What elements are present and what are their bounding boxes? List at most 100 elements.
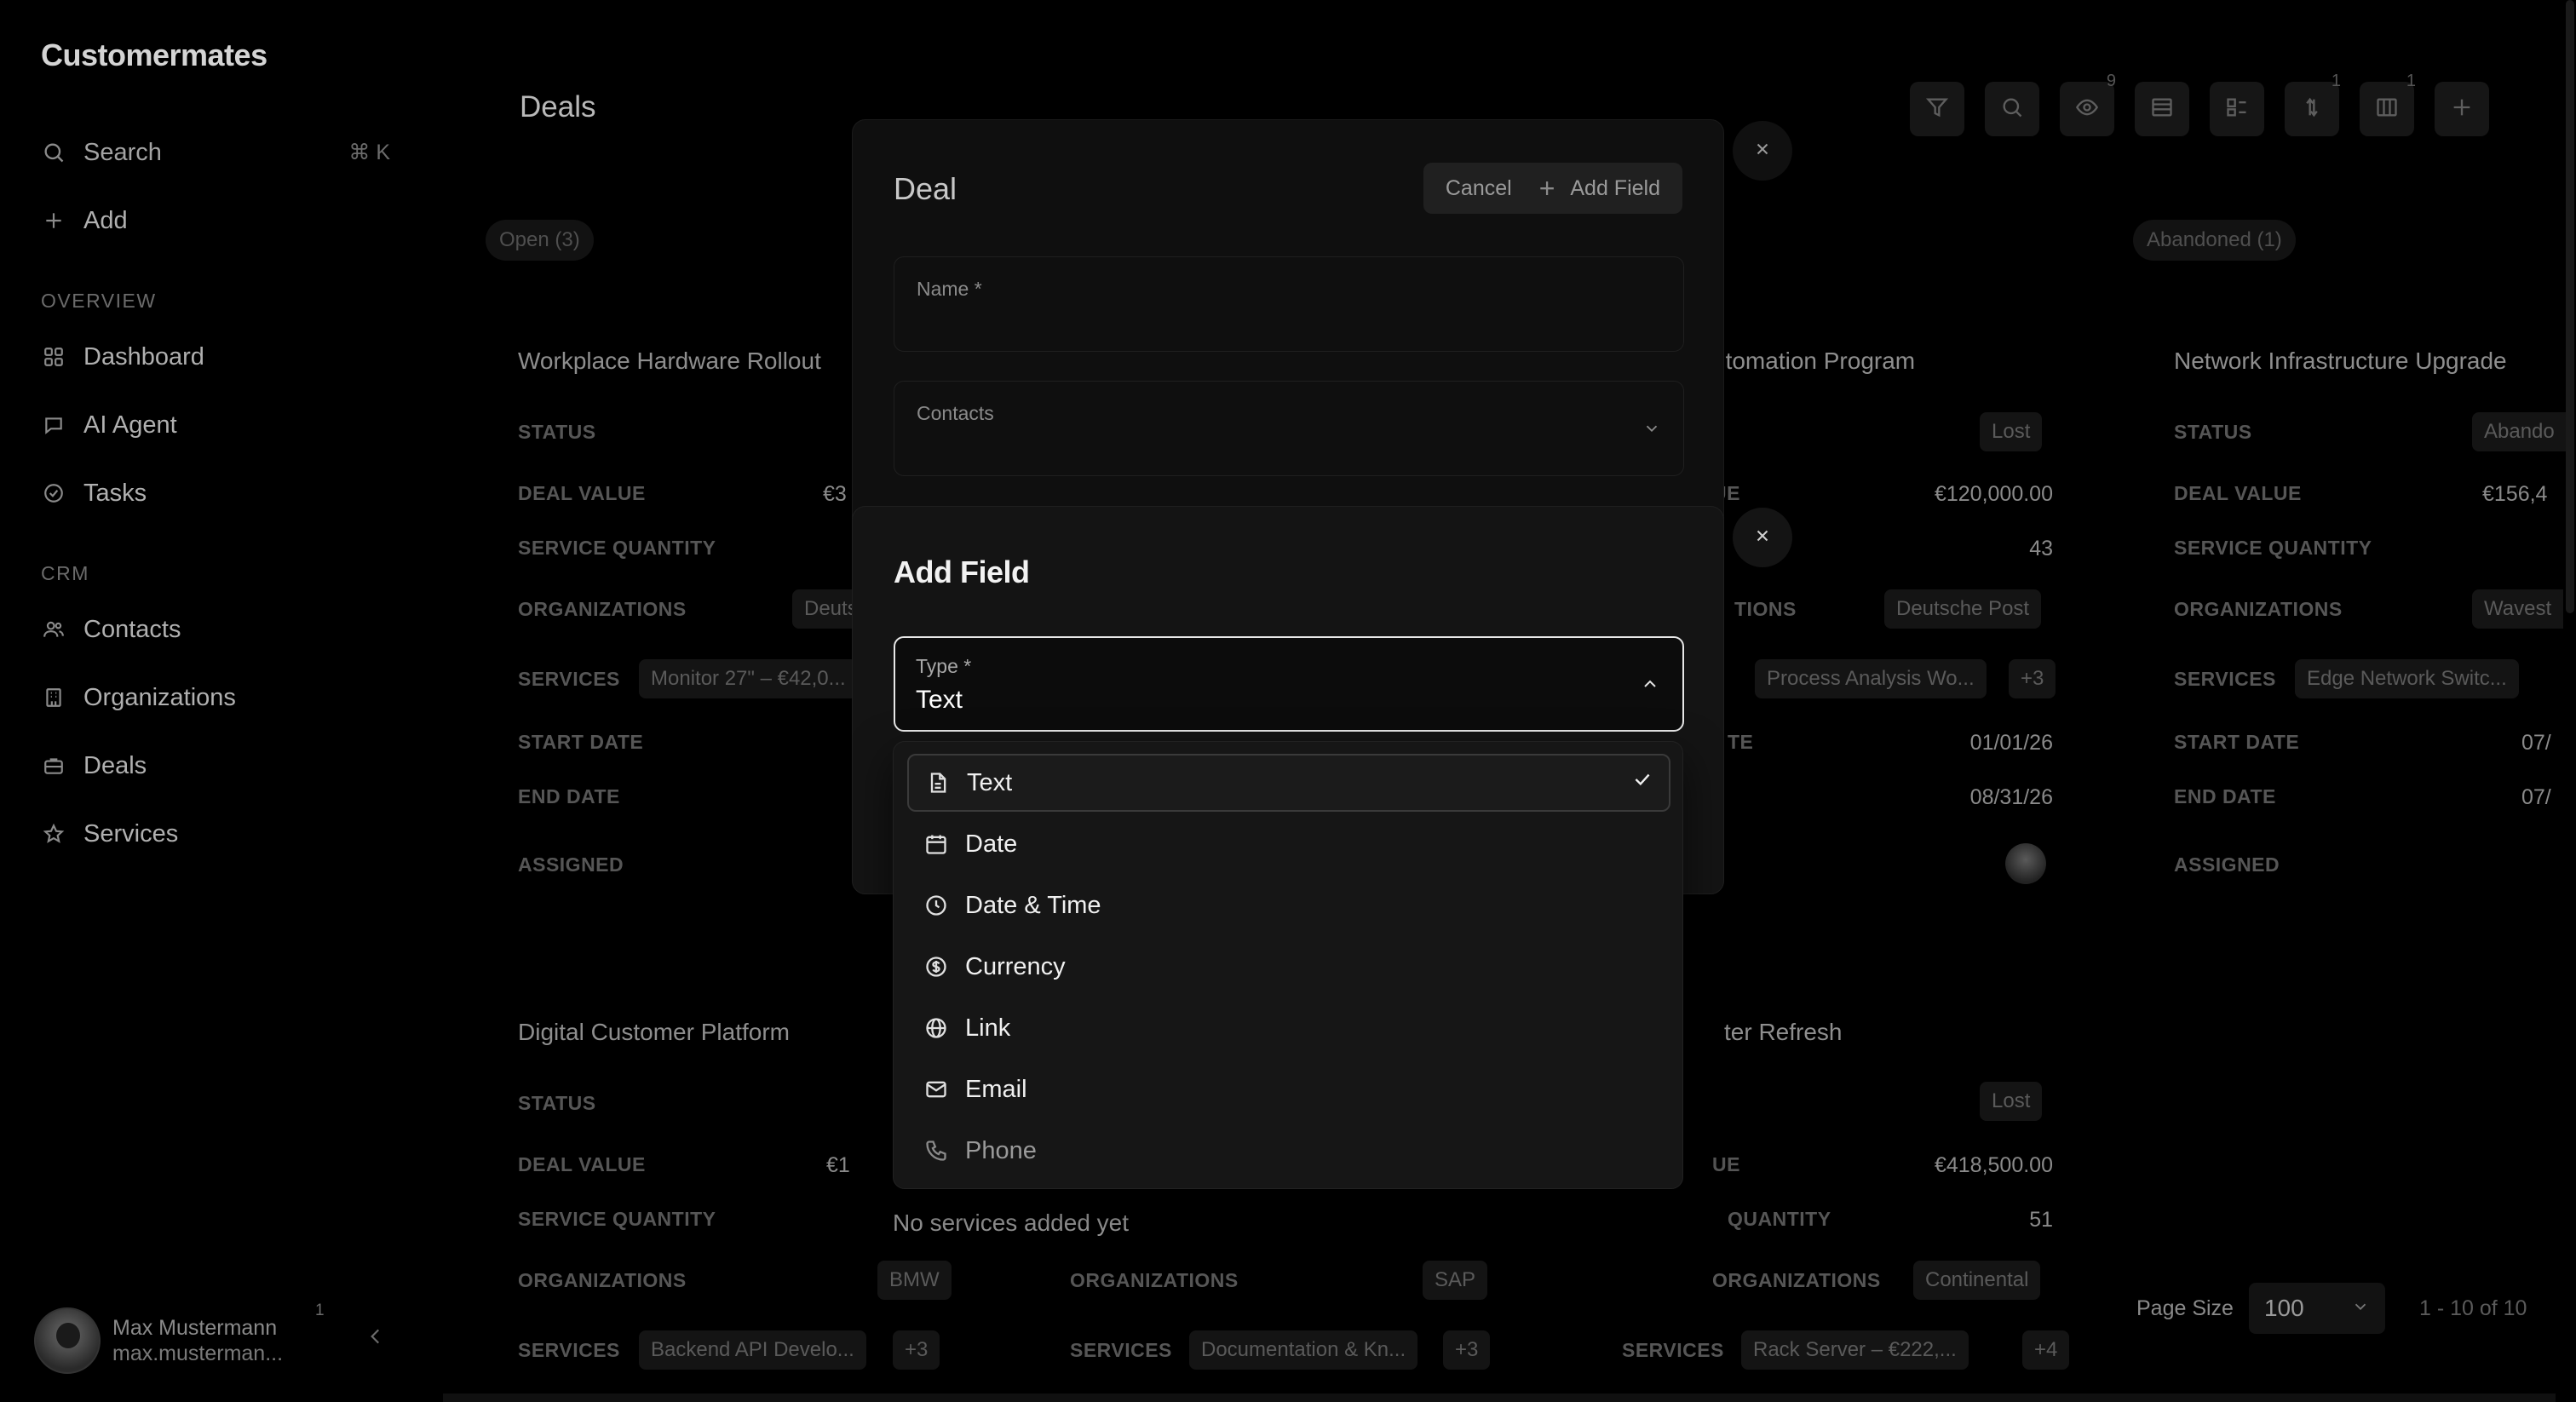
field-label: ORGANIZATIONS [1712, 1269, 1881, 1291]
organization-chip[interactable]: Deutsche Post [1884, 589, 2042, 629]
sidebar-search[interactable]: Search ⌘ K [20, 121, 411, 184]
type-option-link[interactable]: Link [907, 999, 1670, 1057]
dollar-circle-icon [923, 953, 950, 980]
deal-dialog-actions: Cancel + Add Field [1423, 163, 1682, 214]
columns-count: 1 [2406, 72, 2416, 90]
close-add-field-dialog-button[interactable] [1733, 508, 1792, 567]
type-option-email[interactable]: Email [907, 1060, 1670, 1118]
field-label: ASSIGNED [518, 853, 624, 876]
service-chip[interactable]: Process Analysis Wo... [1755, 659, 1987, 698]
deal-card-title[interactable]: utomation Program [1712, 348, 1915, 375]
phone-icon [923, 1137, 950, 1164]
sidebar-item-contacts[interactable]: Contacts [20, 598, 411, 661]
more-services-chip[interactable]: +4 [2022, 1330, 2070, 1370]
sidebar-item-deals[interactable]: Deals [20, 734, 411, 797]
collapse-sidebar-icon[interactable] [365, 1325, 387, 1352]
visibility-button[interactable]: 9 [2060, 72, 2116, 136]
end-date: 07/ [2521, 785, 2551, 809]
sort-button[interactable]: 1 [2285, 72, 2341, 136]
eye-icon [2075, 95, 2099, 124]
type-option-currency[interactable]: Currency [907, 938, 1670, 996]
field-label: SERVICES [518, 668, 620, 690]
sidebar-item-label: Tasks [83, 479, 147, 507]
deal-card-title[interactable]: Workplace Hardware Rollout [518, 348, 821, 375]
close-icon [1753, 526, 1772, 549]
organization-chip[interactable]: Continental [1913, 1261, 2041, 1300]
deal-card-title[interactable]: Digital Customer Platform [518, 1019, 790, 1046]
field-label: SERVICES [2174, 668, 2276, 690]
filter-button[interactable] [1910, 82, 1964, 136]
field-label: START DATE [518, 731, 644, 753]
vertical-scrollbar[interactable] [2566, 0, 2574, 613]
sidebar-item-organizations[interactable]: Organizations [20, 666, 411, 729]
type-select-label: Type * [916, 655, 972, 677]
deal-value: €418,500.00 [1934, 1153, 2053, 1177]
chevron-down-icon [1642, 419, 1661, 442]
column-header-open[interactable]: Open (3) [486, 220, 594, 261]
service-chip[interactable]: Rack Server – €222,... [1741, 1330, 1969, 1370]
add-field-button[interactable]: + Add Field [1534, 173, 1682, 204]
columns-button[interactable]: 1 [2360, 72, 2416, 136]
organization-chip[interactable]: Wavest [2472, 589, 2564, 629]
crm-heading: CRM [41, 562, 89, 584]
sidebar-item-dashboard[interactable]: Dashboard [20, 325, 411, 388]
deal-value: €3 [823, 482, 847, 506]
field-label: QUANTITY [1728, 1208, 1831, 1230]
service-chip[interactable]: Backend API Develo... [639, 1330, 866, 1370]
status-badge: Abando [2472, 412, 2567, 451]
name-field[interactable]: Name * [894, 256, 1684, 352]
type-option-text[interactable]: Text [907, 754, 1670, 812]
sidebar-item-services[interactable]: Services [20, 802, 411, 865]
users-icon [41, 617, 66, 642]
chat-icon [41, 412, 66, 438]
field-label: DEAL VALUE [518, 482, 646, 504]
type-option-phone[interactable]: Phone [907, 1122, 1670, 1180]
more-services-chip[interactable]: +3 [893, 1330, 940, 1370]
more-services-chip[interactable]: +3 [2009, 659, 2056, 698]
sidebar-item-label: Contacts [83, 615, 181, 643]
sidebar-item-tasks[interactable]: Tasks [20, 462, 411, 525]
more-services-chip[interactable]: +3 [1443, 1330, 1491, 1370]
service-chip[interactable]: Edge Network Switc... [2295, 659, 2519, 698]
check-circle-icon [41, 480, 66, 506]
notification-badge: 1 [315, 1301, 325, 1319]
status-badge: Lost [1980, 1082, 2043, 1121]
service-chip[interactable]: Monitor 27" – €42,0... [639, 659, 858, 698]
sidebar-item-label: Dashboard [83, 342, 204, 371]
start-date: 01/01/26 [1969, 731, 2053, 755]
table-view-button[interactable] [2135, 82, 2189, 136]
deal-card-title[interactable]: Network Infrastructure Upgrade [2174, 348, 2507, 375]
kanban-view-button[interactable] [2210, 82, 2264, 136]
add-deal-button[interactable] [2435, 82, 2489, 136]
name-field-label: Name * [917, 278, 982, 300]
deal-value: €1 [826, 1153, 850, 1177]
field-label: SERVICE QUANTITY [518, 537, 716, 559]
close-icon [1753, 140, 1772, 163]
no-services-text: No services added yet [893, 1210, 1130, 1236]
close-deal-dialog-button[interactable] [1733, 121, 1792, 181]
search-button[interactable] [1985, 82, 2039, 136]
page-title: Deals [520, 90, 596, 124]
sidebar-item-ai-agent[interactable]: AI Agent [20, 394, 411, 457]
type-option-date-time[interactable]: Date & Time [907, 876, 1670, 934]
sidebar-add[interactable]: Add [20, 189, 411, 252]
field-label: START DATE [2174, 731, 2300, 753]
organization-chip[interactable]: BMW [877, 1261, 952, 1300]
type-option-date[interactable]: Date [907, 815, 1670, 873]
field-label: END DATE [518, 785, 620, 807]
column-header-abandoned[interactable]: Abandoned (1) [2133, 220, 2296, 261]
contacts-field[interactable]: Contacts [894, 381, 1684, 476]
deal-card-title[interactable]: ter Refresh [1724, 1019, 1843, 1046]
globe-icon [923, 1014, 950, 1042]
brand-logo: Customermates [41, 37, 267, 72]
user-profile[interactable]: Max Mustermann max.musterman... 1 [34, 1301, 409, 1376]
type-select[interactable]: Type * Text [894, 636, 1684, 732]
field-label: SERVICE QUANTITY [518, 1208, 716, 1230]
service-chip[interactable]: Documentation & Kn... [1189, 1330, 1418, 1370]
horizontal-scrollbar[interactable] [443, 1393, 2556, 1402]
page-size-select[interactable]: 100 [2248, 1283, 2385, 1334]
organization-chip[interactable]: SAP [1423, 1261, 1488, 1300]
deal-value: €156,4 [2482, 482, 2548, 506]
cancel-button[interactable]: Cancel [1423, 176, 1534, 201]
field-label: STATUS [518, 421, 596, 443]
